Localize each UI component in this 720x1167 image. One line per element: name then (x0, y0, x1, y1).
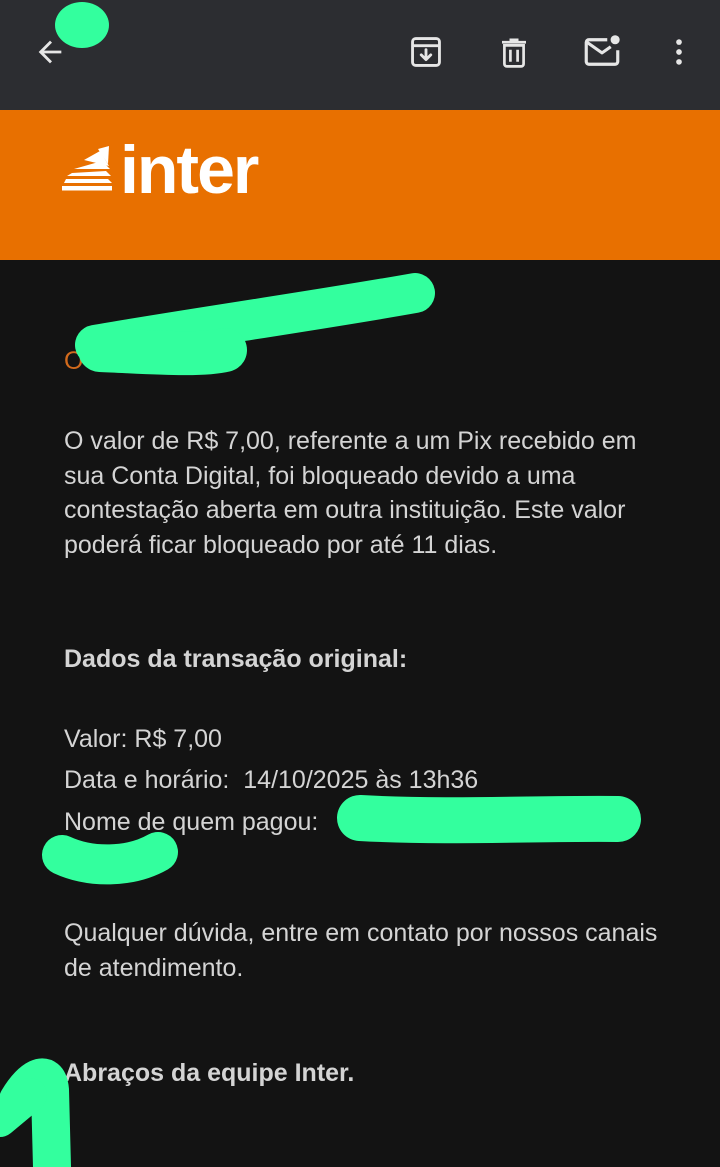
brand-wordmark: inter (120, 132, 259, 208)
email-banner: inter (0, 110, 720, 260)
email-screen: inter O O valor de R$ 7,00, referente a … (0, 0, 720, 1167)
more-options-button[interactable] (651, 24, 707, 80)
redaction-stroke-left (42, 832, 178, 885)
greeting: O (64, 347, 84, 375)
transaction-value: Valor: R$ 7,00 (64, 725, 222, 753)
arrow-back-icon (33, 35, 67, 69)
payer-name: Nome de quem pagou: (64, 808, 319, 836)
transaction-datetime: Data e horário: 14/10/2025 às 13h36 (64, 766, 479, 794)
closing-signature: Abraços da equipe Inter. (64, 1059, 355, 1087)
section-heading: Dados da transação original: (64, 645, 408, 673)
back-button[interactable] (22, 24, 78, 80)
archive-button[interactable] (398, 24, 454, 80)
message-paragraph: O valor de R$ 7,00, referente a um Pix r… (64, 427, 637, 559)
redaction-stroke-payer (337, 795, 641, 844)
redaction-stroke-bottom (0, 1058, 71, 1167)
trash-icon (496, 34, 532, 70)
redaction-stroke-bottom-2 (0, 1078, 47, 1137)
sunburst-logo-icon (62, 142, 114, 199)
mark-unread-button[interactable] (574, 24, 630, 80)
redaction-stroke-greeting-2 (78, 328, 247, 376)
mark-unread-icon (581, 31, 623, 73)
delete-button[interactable] (486, 24, 542, 80)
top-app-bar (0, 0, 720, 110)
redaction-stroke-greeting (75, 273, 435, 365)
more-vertical-icon (662, 35, 696, 69)
support-paragraph: Qualquer dúvida, entre em contato por no… (64, 919, 658, 982)
inter-logo: inter (62, 132, 259, 208)
archive-icon (407, 33, 445, 71)
